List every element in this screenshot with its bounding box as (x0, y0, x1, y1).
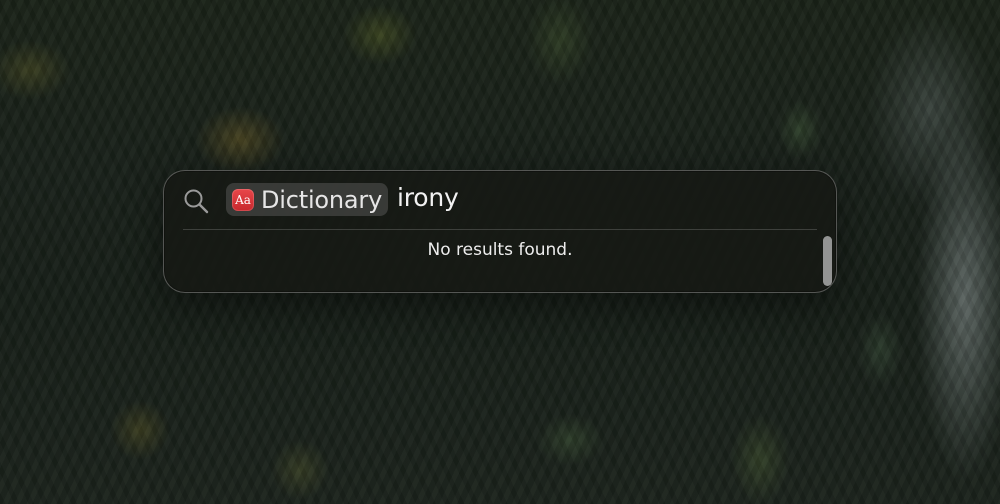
results-area: No results found. (164, 230, 836, 292)
no-results-message: No results found. (427, 240, 573, 260)
magnifying-glass-icon (183, 188, 209, 214)
search-input[interactable]: irony (397, 185, 459, 210)
search-row[interactable]: Aa Dictionary irony (164, 171, 836, 229)
scope-label: Dictionary (261, 185, 383, 214)
spotlight-search-panel: Aa Dictionary irony No results found. (163, 170, 837, 293)
dictionary-app-icon: Aa (232, 188, 254, 211)
scrollbar-thumb[interactable] (823, 236, 832, 286)
desktop: { "spotlight": { "search_icon": "magnify… (0, 0, 1000, 504)
dictionary-scope-token[interactable]: Aa Dictionary (226, 183, 389, 216)
